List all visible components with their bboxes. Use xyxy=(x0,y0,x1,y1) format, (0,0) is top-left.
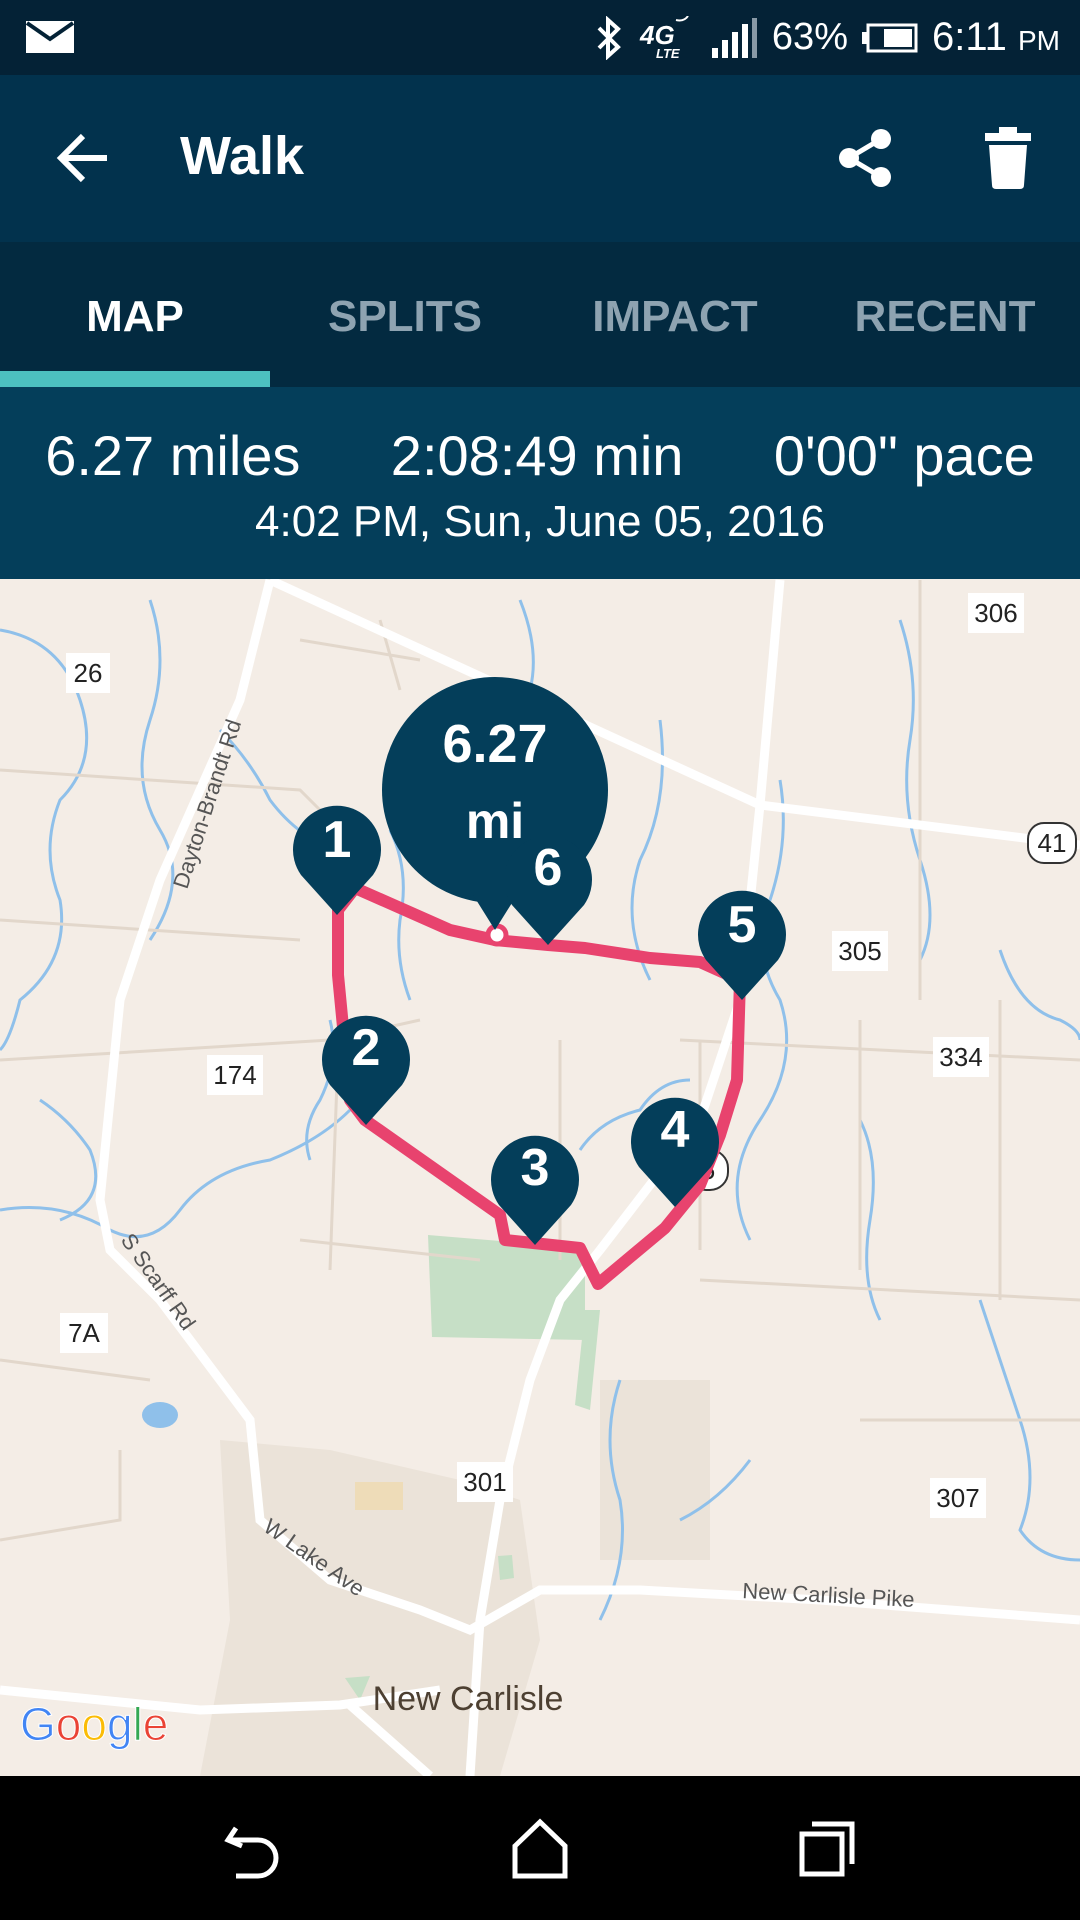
pond xyxy=(142,1402,178,1428)
nav-recents-icon[interactable] xyxy=(796,1818,858,1880)
duration-value: 2:08:49 min xyxy=(390,424,684,487)
svg-text:2: 2 xyxy=(352,1019,381,1077)
google-logo-letter: g xyxy=(107,1698,133,1750)
nav-home-icon[interactable] xyxy=(509,1818,571,1880)
clock-time: 6:11 xyxy=(931,15,1007,59)
tab-bar: MAP SPLITS IMPACT RECENT xyxy=(0,242,1080,387)
shield-306: 306 xyxy=(968,593,1024,633)
shield-305: 305 xyxy=(832,931,888,971)
email-icon xyxy=(25,21,75,53)
distance-value: 6.27 miles xyxy=(45,424,301,487)
road-name-dayton-brandt: Dayton-Brandt Rd xyxy=(168,716,246,891)
signal-strength-icon xyxy=(711,17,757,58)
page-title: Walk xyxy=(180,126,305,186)
road-name-new-carlisle-pike: New Carlisle Pike xyxy=(742,1578,915,1612)
tab-splits[interactable]: SPLITS xyxy=(270,242,540,387)
place-name-label: New Carlisle xyxy=(373,1680,564,1718)
status-bar: 4G LTE 63% 6:11 PM xyxy=(0,0,1080,75)
svg-text:4: 4 xyxy=(661,1101,690,1159)
share-icon[interactable] xyxy=(835,127,895,189)
app-bar: Walk xyxy=(0,75,1080,242)
svg-text:5: 5 xyxy=(728,896,757,954)
svg-text:174: 174 xyxy=(213,1060,256,1090)
svg-text:306: 306 xyxy=(974,598,1017,628)
back-arrow-icon[interactable] xyxy=(55,130,111,186)
svg-text:41: 41 xyxy=(1038,828,1067,858)
google-logo: Google xyxy=(20,1698,168,1750)
split-pin-6[interactable]: 6 xyxy=(504,835,592,945)
tab-recent[interactable]: RECENT xyxy=(810,242,1080,387)
google-logo-letter: o xyxy=(81,1698,107,1750)
google-logo-letter: o xyxy=(56,1698,82,1750)
clock-ampm: PM xyxy=(1018,25,1060,56)
svg-text:301: 301 xyxy=(463,1467,506,1497)
shield-26: 26 xyxy=(66,653,110,693)
svg-text:3: 3 xyxy=(521,1139,550,1197)
shield-41: 41 xyxy=(1027,822,1077,864)
delete-trash-icon[interactable] xyxy=(985,127,1031,189)
map-canvas[interactable]: Dayton-Brandt Rd S Scarff Rd W Lake Ave … xyxy=(0,579,1080,1776)
pace-value: 0'00" pace xyxy=(773,424,1035,487)
park-small xyxy=(498,1555,514,1580)
svg-text:26: 26 xyxy=(74,658,103,688)
google-logo-letter: e xyxy=(143,1698,169,1750)
total-distance-unit: mi xyxy=(466,793,524,849)
google-logo-letter: G xyxy=(20,1698,56,1750)
svg-text:307: 307 xyxy=(936,1483,979,1513)
shield-334: 334 xyxy=(933,1037,989,1077)
shield-7a: 7A xyxy=(60,1313,108,1353)
road-name-s-scarff: S Scarff Rd xyxy=(116,1229,201,1335)
svg-text:1: 1 xyxy=(323,811,352,869)
svg-text:6: 6 xyxy=(534,839,563,897)
system-nav-bar xyxy=(0,1776,1080,1920)
svg-text:LTE: LTE xyxy=(656,46,680,60)
bluetooth-icon xyxy=(597,15,621,60)
svg-text:334: 334 xyxy=(939,1042,982,1072)
activity-summary: 6.27 miles 2:08:49 min 0'00" pace 4:02 P… xyxy=(0,387,1080,579)
nav-back-icon[interactable] xyxy=(222,1818,284,1880)
route-map[interactable]: Dayton-Brandt Rd S Scarff Rd W Lake Ave … xyxy=(0,579,1080,1776)
shield-307: 307 xyxy=(930,1478,986,1518)
shield-174: 174 xyxy=(207,1055,263,1095)
lte-network-icon: 4G LTE xyxy=(639,15,689,60)
landmark-area xyxy=(355,1482,403,1510)
battery-percent: 63% xyxy=(771,16,848,58)
tab-map[interactable]: MAP xyxy=(0,242,270,387)
svg-text:305: 305 xyxy=(838,936,881,966)
total-distance-value: 6.27 xyxy=(442,714,547,774)
clock: 6:11 PM xyxy=(932,15,1060,60)
activity-datetime: 4:02 PM, Sun, June 05, 2016 xyxy=(255,497,825,546)
town-block xyxy=(600,1380,710,1560)
route-start-point xyxy=(485,923,509,947)
svg-text:7A: 7A xyxy=(68,1318,100,1348)
google-logo-letter: l xyxy=(133,1698,143,1750)
tab-impact[interactable]: IMPACT xyxy=(540,242,810,387)
battery-icon xyxy=(861,23,918,52)
shield-301: 301 xyxy=(457,1462,513,1502)
